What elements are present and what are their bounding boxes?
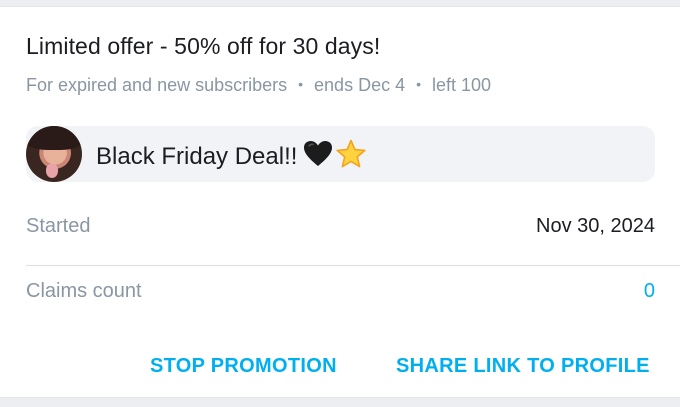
separator-dot: •: [416, 76, 421, 92]
promotion-message: Black Friday Deal!!: [26, 126, 655, 182]
promotion-message-text: Black Friday Deal!!: [96, 139, 367, 176]
share-link-button[interactable]: SHARE LINK TO PROFILE: [396, 355, 650, 378]
stop-promotion-button[interactable]: STOP PROMOTION: [150, 355, 337, 378]
remaining-text: left 100: [432, 75, 492, 95]
started-label: Started: [26, 215, 91, 237]
audience-text: For expired and new subscribers: [26, 75, 288, 95]
separator-dot: •: [298, 76, 304, 92]
avatar: [26, 126, 82, 182]
claims-row: Claims count 0: [26, 280, 655, 310]
star-icon: [335, 139, 367, 176]
started-value: Nov 30, 2024: [536, 215, 655, 237]
claims-count-link[interactable]: 0: [644, 280, 655, 303]
claims-label: Claims count: [26, 280, 142, 302]
promotion-title: Limited offer - 50% off for 30 days!: [26, 33, 381, 59]
black-heart-icon: [303, 140, 333, 175]
promotion-card: Limited offer - 50% off for 30 days! For…: [0, 6, 680, 398]
ends-text: ends Dec 4: [314, 75, 406, 95]
message-label: Black Friday Deal!!: [96, 142, 298, 170]
divider: [26, 265, 680, 266]
started-row: Started Nov 30, 2024: [26, 215, 655, 245]
promotion-meta: For expired and new subscribers • ends Dec…: [26, 75, 491, 96]
